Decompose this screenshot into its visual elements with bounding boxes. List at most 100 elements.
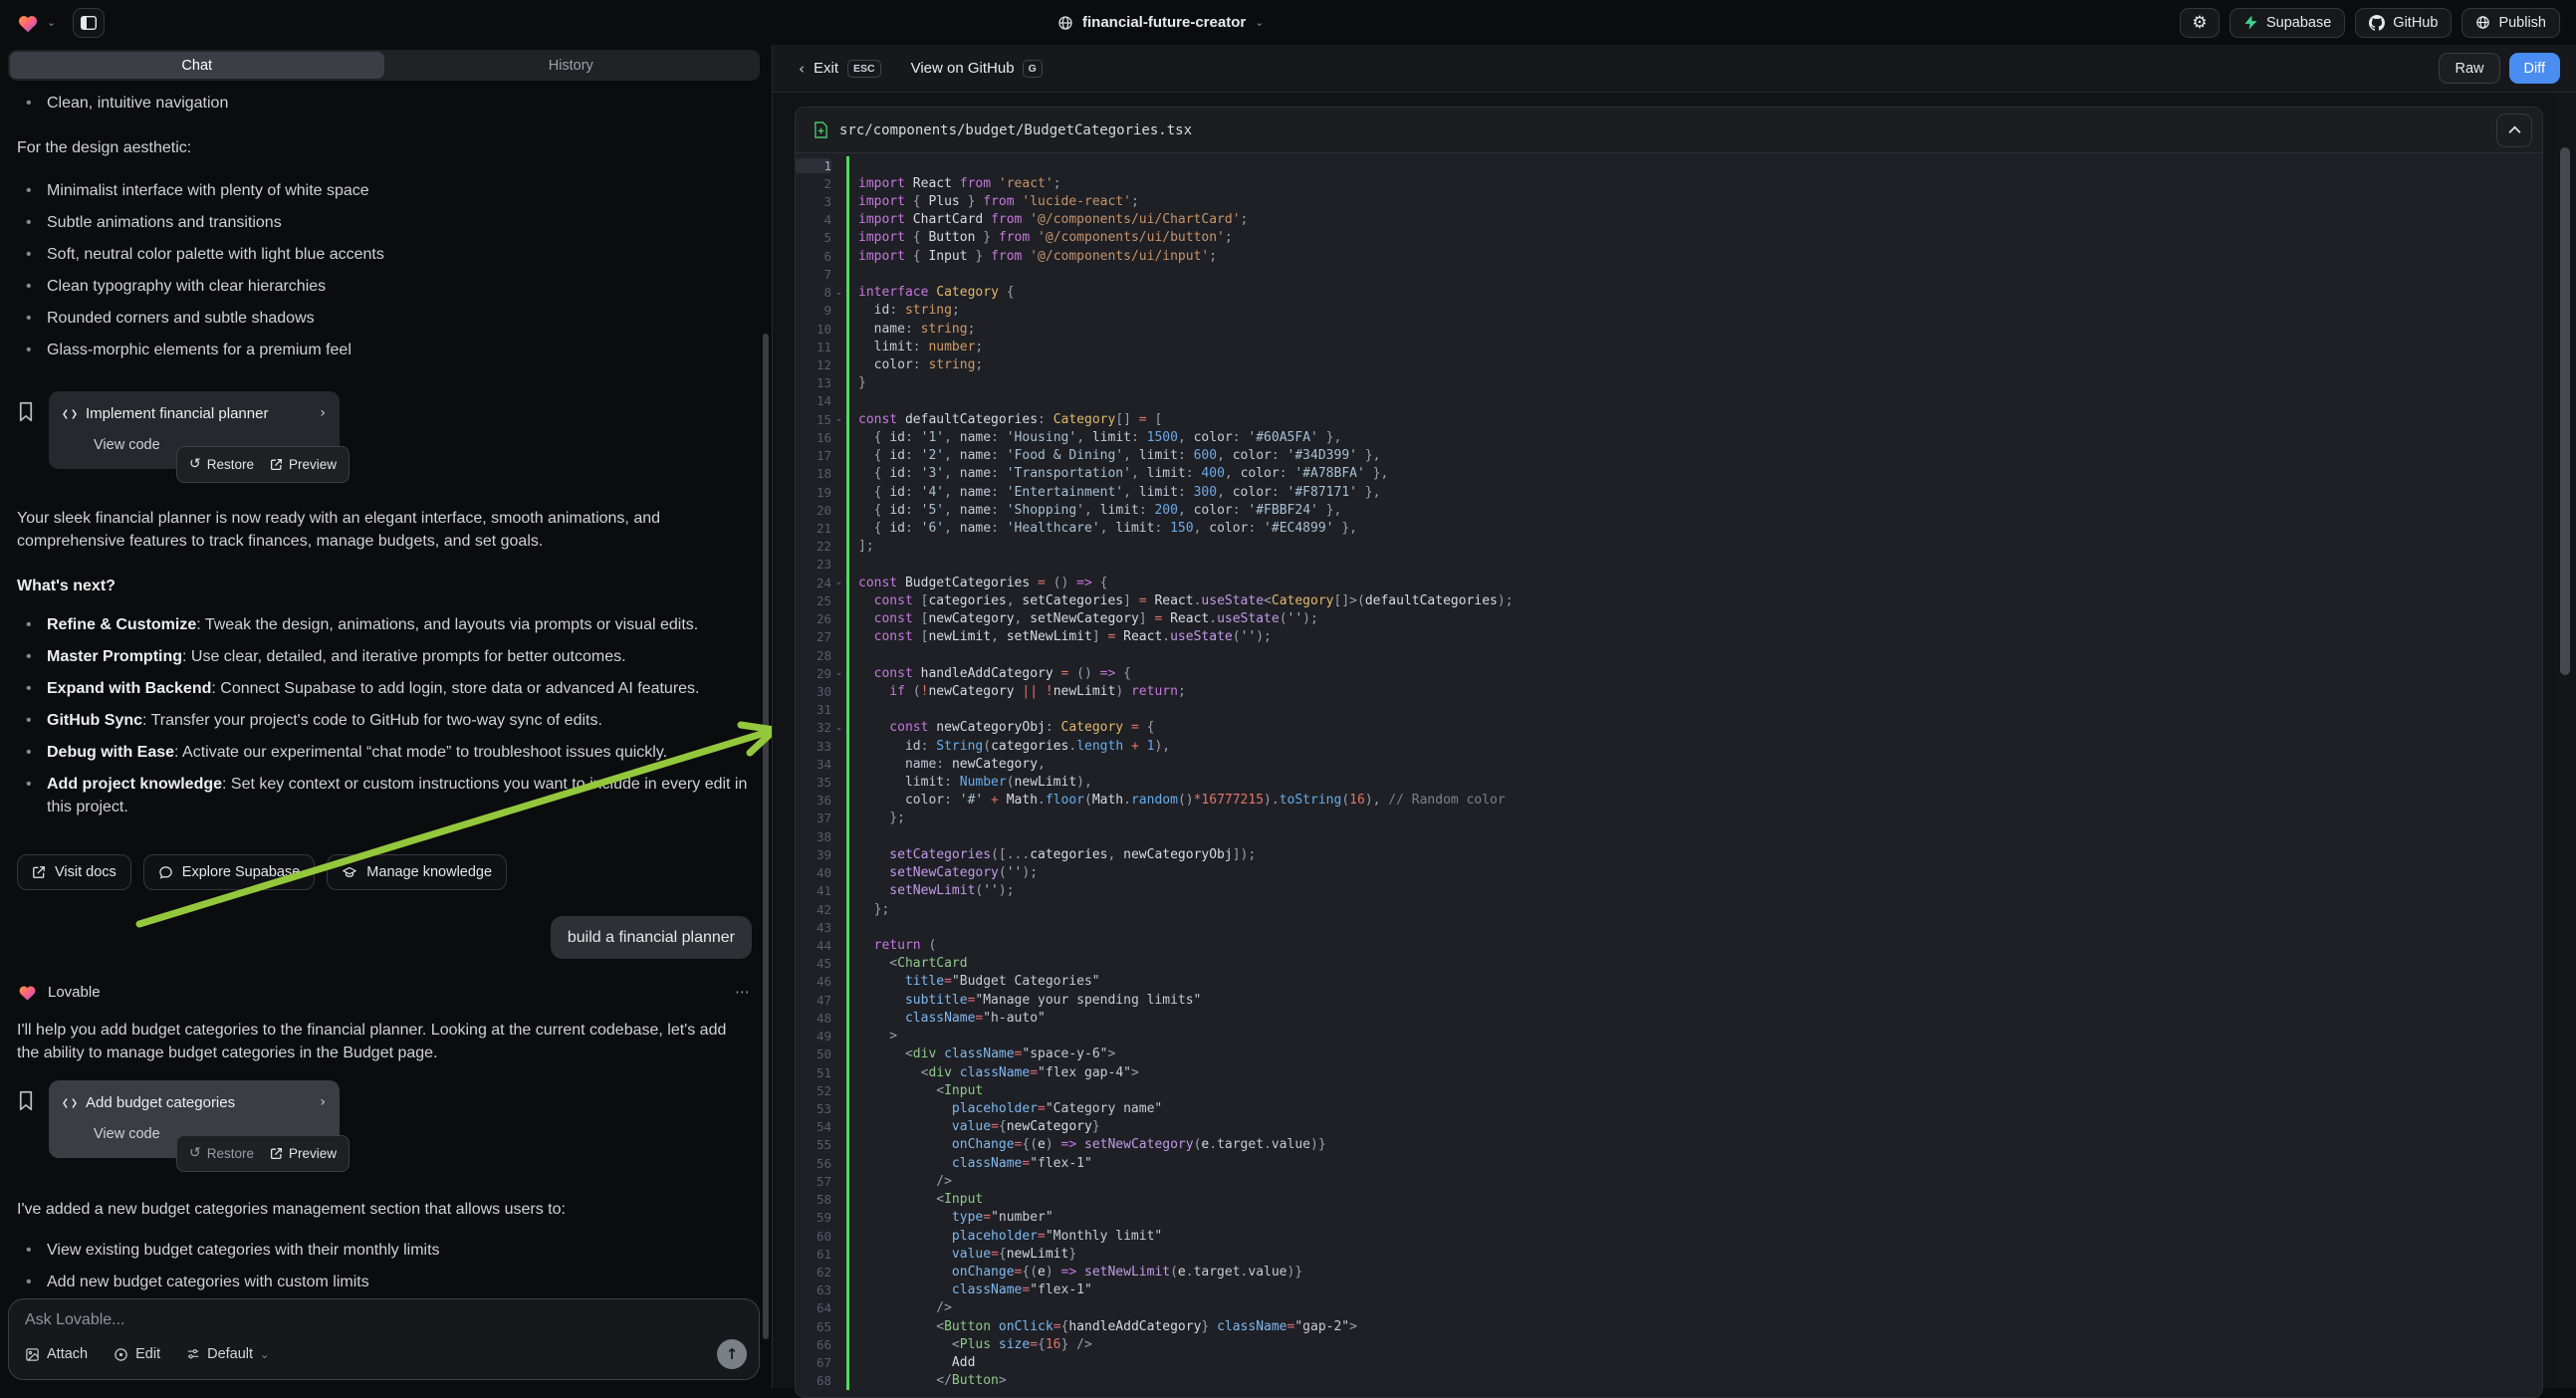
visit-docs-button[interactable]: Visit docs xyxy=(17,854,131,890)
file-path: src/components/budget/BudgetCategories.t… xyxy=(839,122,1192,138)
supabase-icon xyxy=(2243,15,2258,30)
code-line: 57 /> xyxy=(796,1172,2542,1190)
code-text: { id: '1', name: 'Housing', limit: 1500,… xyxy=(846,428,1341,446)
code-line: 54 value={newCategory} xyxy=(796,1118,2542,1136)
manage-knowledge-button[interactable]: Manage knowledge xyxy=(327,854,507,890)
chevron-left-icon: ‹ xyxy=(799,60,805,78)
logo-chevron-down-icon[interactable]: ⌄ xyxy=(47,16,56,29)
restore-button[interactable]: ↺Restore xyxy=(189,453,254,476)
bookmark-icon[interactable] xyxy=(17,1090,35,1111)
chat-message-list[interactable]: Clean, intuitive navigation For the desi… xyxy=(0,84,772,1293)
project-name: financial-future-creator xyxy=(1082,14,1246,31)
chat-input[interactable] xyxy=(25,1311,743,1337)
restore-button[interactable]: ↺Restore xyxy=(189,1142,254,1165)
assistant-text: Your sleek financial planner is now read… xyxy=(17,507,752,553)
diff-button[interactable]: Diff xyxy=(2509,53,2561,84)
code-text: import ChartCard from '@/components/ui/C… xyxy=(846,211,1248,229)
code-line: 9 id: string; xyxy=(796,302,2542,320)
code-line: 4import ChartCard from '@/components/ui/… xyxy=(796,211,2542,229)
line-number: 60 xyxy=(796,1229,831,1244)
code-text: const [newCategory, setNewCategory] = Re… xyxy=(846,609,1318,627)
fold-chevron-icon[interactable]: ⌄ xyxy=(831,668,846,678)
code-line: 21 { id: '6', name: 'Healthcare', limit:… xyxy=(796,519,2542,537)
code-line: 61 value={newLimit} xyxy=(796,1245,2542,1263)
lovable-logo-icon[interactable] xyxy=(16,11,40,35)
publish-label: Publish xyxy=(2498,15,2546,31)
code-line: 2import React from 'react'; xyxy=(796,174,2542,192)
bookmark-icon[interactable] xyxy=(17,401,35,422)
globe-icon xyxy=(1057,15,1073,31)
code-text: /> xyxy=(846,1299,952,1317)
model-selector[interactable]: Default ⌄ xyxy=(186,1346,269,1362)
attach-button[interactable]: Attach xyxy=(25,1346,88,1362)
code-text: onChange={(e) => setNewCategory(e.target… xyxy=(846,1136,1326,1154)
chevron-right-icon[interactable]: › xyxy=(320,402,326,425)
raw-button[interactable]: Raw xyxy=(2439,53,2499,84)
code-scrollbar[interactable] xyxy=(2560,147,2570,675)
explore-supabase-button[interactable]: Explore Supabase xyxy=(143,854,316,890)
code-text: subtitle="Manage your spending limits" xyxy=(846,991,1201,1009)
collapse-file-button[interactable] xyxy=(2496,114,2532,147)
code-text: placeholder="Monthly limit" xyxy=(846,1227,1162,1245)
fold-chevron-icon[interactable]: ⌄ xyxy=(831,288,846,298)
tab-history[interactable]: History xyxy=(384,52,759,79)
code-line: 66 <Plus size={16} /> xyxy=(796,1335,2542,1353)
list-item: Add project knowledge: Set key context o… xyxy=(17,773,752,818)
line-number: 67 xyxy=(796,1355,831,1370)
code-line: 59 type="number" xyxy=(796,1209,2542,1227)
message-menu-icon[interactable]: ⋯ xyxy=(735,981,752,1004)
exit-button[interactable]: ‹ Exit ESC xyxy=(799,60,881,78)
code-line: 55 onChange={(e) => setNewCategory(e.tar… xyxy=(796,1136,2542,1154)
line-number: 32 xyxy=(796,720,831,735)
line-number: 64 xyxy=(796,1300,831,1315)
chat-scrollbar[interactable] xyxy=(763,334,769,1339)
line-number: 57 xyxy=(796,1174,831,1189)
project-chevron-down-icon: ⌄ xyxy=(1255,16,1264,29)
send-button[interactable]: ↑ xyxy=(717,1339,747,1369)
sliders-icon xyxy=(186,1347,200,1361)
line-number: 50 xyxy=(796,1047,831,1061)
settings-button[interactable]: ⚙ xyxy=(2180,8,2220,38)
fold-chevron-icon[interactable]: ⌄ xyxy=(831,723,846,733)
code-line: 45 <ChartCard xyxy=(796,955,2542,973)
list-item: Subtle animations and transitions xyxy=(17,211,752,234)
code-text: className="h-auto" xyxy=(846,1009,1046,1027)
code-text: onChange={(e) => setNewLimit(e.target.va… xyxy=(846,1263,1302,1281)
fold-chevron-icon[interactable]: ⌄ xyxy=(831,414,846,424)
code-text: <Plus size={16} /> xyxy=(846,1335,1092,1353)
chevron-right-icon[interactable]: › xyxy=(320,1091,326,1114)
line-number: 46 xyxy=(796,974,831,989)
toggle-sidebar-button[interactable] xyxy=(73,8,105,38)
code-line: 22]; xyxy=(796,538,2542,556)
code-line: 49 > xyxy=(796,1028,2542,1046)
line-number: 51 xyxy=(796,1065,831,1080)
preview-button[interactable]: Preview xyxy=(270,453,337,476)
project-switcher[interactable]: financial-future-creator ⌄ xyxy=(1057,0,1264,45)
supabase-button[interactable]: Supabase xyxy=(2229,8,2345,38)
line-number: 56 xyxy=(796,1156,831,1171)
version-card-implement-financial-planner[interactable]: Implement financial planner › View code … xyxy=(49,391,340,469)
code-line: 60 placeholder="Monthly limit" xyxy=(796,1227,2542,1245)
view-on-github-button[interactable]: View on GitHub G xyxy=(911,60,1043,78)
edit-mode-button[interactable]: Edit xyxy=(114,1346,160,1362)
version-card-actions: ↺Restore Preview xyxy=(176,446,350,483)
list-item: Glass-morphic elements for a premium fee… xyxy=(17,339,752,361)
fold-chevron-icon[interactable]: ⌄ xyxy=(831,578,846,587)
restore-icon: ↺ xyxy=(189,453,201,476)
line-number: 36 xyxy=(796,793,831,808)
aesthetic-bullets: Minimalist interface with plenty of whit… xyxy=(17,179,752,361)
line-number: 5 xyxy=(796,230,831,245)
version-card-add-budget-categories[interactable]: Add budget categories › View code ↺Resto… xyxy=(49,1080,340,1158)
tab-chat[interactable]: Chat xyxy=(10,52,384,79)
github-button[interactable]: GitHub xyxy=(2355,8,2452,38)
line-number: 37 xyxy=(796,811,831,825)
publish-button[interactable]: Publish xyxy=(2461,8,2560,38)
code-lines[interactable]: 1 2import React from 'react';3import { P… xyxy=(796,153,2542,1390)
g-shortcut-badge: G xyxy=(1023,60,1043,78)
code-text: className="flex-1" xyxy=(846,1282,1092,1299)
code-line: 18 { id: '3', name: 'Transportation', li… xyxy=(796,465,2542,483)
preview-button[interactable]: Preview xyxy=(270,1142,337,1165)
code-line: 29⌄ const handleAddCategory = () => { xyxy=(796,664,2542,682)
file-header[interactable]: src/components/budget/BudgetCategories.t… xyxy=(796,108,2542,153)
code-text: <Input xyxy=(846,1081,983,1099)
